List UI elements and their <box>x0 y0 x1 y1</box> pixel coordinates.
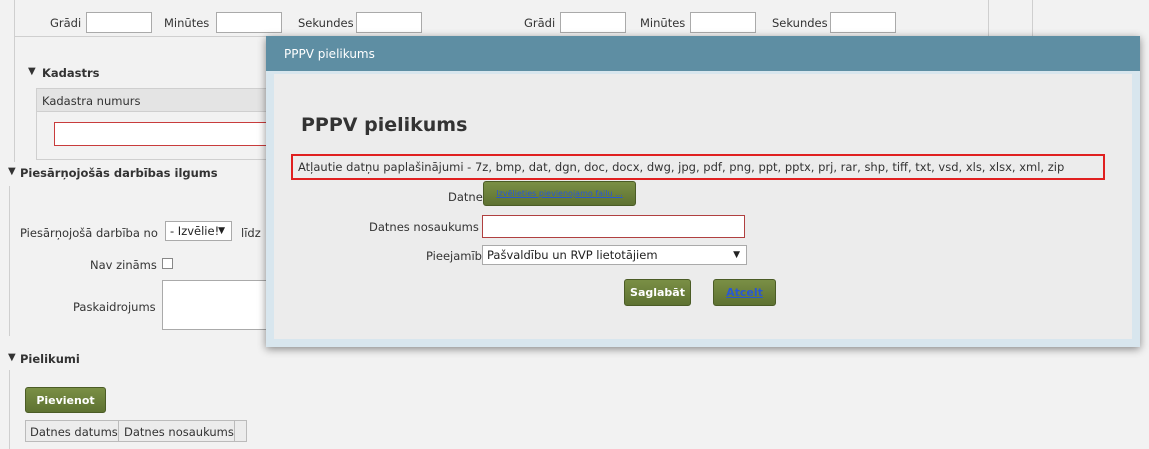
file-label: Datne <box>448 190 483 204</box>
dropdown-arrow-icon: ▼ <box>218 226 225 236</box>
degrees-input-2[interactable] <box>560 12 626 33</box>
filename-input[interactable] <box>482 215 745 238</box>
degrees-input[interactable] <box>86 12 152 33</box>
minutes-label: Minūtes <box>164 16 210 30</box>
seconds-input[interactable] <box>356 12 422 33</box>
allowed-extensions-text: Atļautie datņu paplašinājumi - 7z, bmp, … <box>298 160 1065 174</box>
minutes-input-2[interactable] <box>690 12 756 33</box>
add-attachment-button[interactable]: Pievienot <box>25 387 106 413</box>
dialog-window-title: PPPV pielikums <box>284 47 375 61</box>
duration-section-title: Piesārņojošās darbības ilgums <box>20 166 218 180</box>
divider <box>234 420 235 442</box>
duration-from-select[interactable]: - Izvēlie! ▼ <box>165 221 232 241</box>
kadastrs-section-title: Kadastrs <box>42 66 100 80</box>
divider <box>9 370 10 449</box>
seconds-label-2: Sekundes <box>772 16 828 30</box>
collapse-triangle-icon[interactable]: ▼ <box>8 166 16 177</box>
divider <box>1032 0 1033 36</box>
filename-label: Datnes nosaukums <box>369 220 479 234</box>
degrees-label: Grādi <box>50 16 82 30</box>
collapse-triangle-icon[interactable]: ▼ <box>8 352 16 363</box>
unknown-label: Nav zināms <box>90 258 157 272</box>
duration-from-label: Piesārņojošā darbība no <box>20 226 158 240</box>
choose-file-button[interactable]: Izvēlieties pievienojamo failu ... <box>483 181 636 206</box>
collapse-triangle-icon[interactable]: ▼ <box>28 66 36 77</box>
divider <box>988 0 989 36</box>
dialog-body: PPPV pielikums Atļautie datņu paplašināj… <box>274 74 1132 339</box>
divider <box>9 186 10 336</box>
minutes-label-2: Minūtes <box>640 16 686 30</box>
access-label: Pieejamība <box>426 249 490 263</box>
unknown-checkbox[interactable] <box>162 258 173 269</box>
degrees-label-2: Grādi <box>524 16 556 30</box>
minutes-input[interactable] <box>216 12 282 33</box>
kadastrs-column-header: Kadastra numurs <box>42 94 141 108</box>
col-file-date: Datnes datums <box>30 425 118 439</box>
dialog-heading: PPPV pielikums <box>301 114 468 136</box>
seconds-input-2[interactable] <box>830 12 896 33</box>
explanation-textarea[interactable] <box>162 280 268 330</box>
attachment-dialog: PPPV pielikums PPPV pielikums Atļautie d… <box>266 36 1140 347</box>
dropdown-arrow-icon: ▼ <box>733 250 740 260</box>
divider <box>14 0 15 162</box>
dialog-titlebar[interactable]: PPPV pielikums <box>266 36 1140 71</box>
seconds-label: Sekundes <box>298 16 354 30</box>
explanation-label: Paskaidrojums <box>73 300 156 314</box>
cadastre-number-input[interactable] <box>54 122 268 146</box>
attachments-section-title: Pielikumi <box>20 352 80 366</box>
duration-to-label: līdz <box>241 226 261 240</box>
save-button[interactable]: Saglabāt <box>624 279 691 306</box>
access-select[interactable]: Pašvaldību un RVP lietotājiem ▼ <box>482 245 747 265</box>
cancel-button[interactable]: Atcelt <box>713 279 776 306</box>
divider <box>118 420 119 442</box>
col-file-name: Datnes nosaukums <box>124 425 234 439</box>
